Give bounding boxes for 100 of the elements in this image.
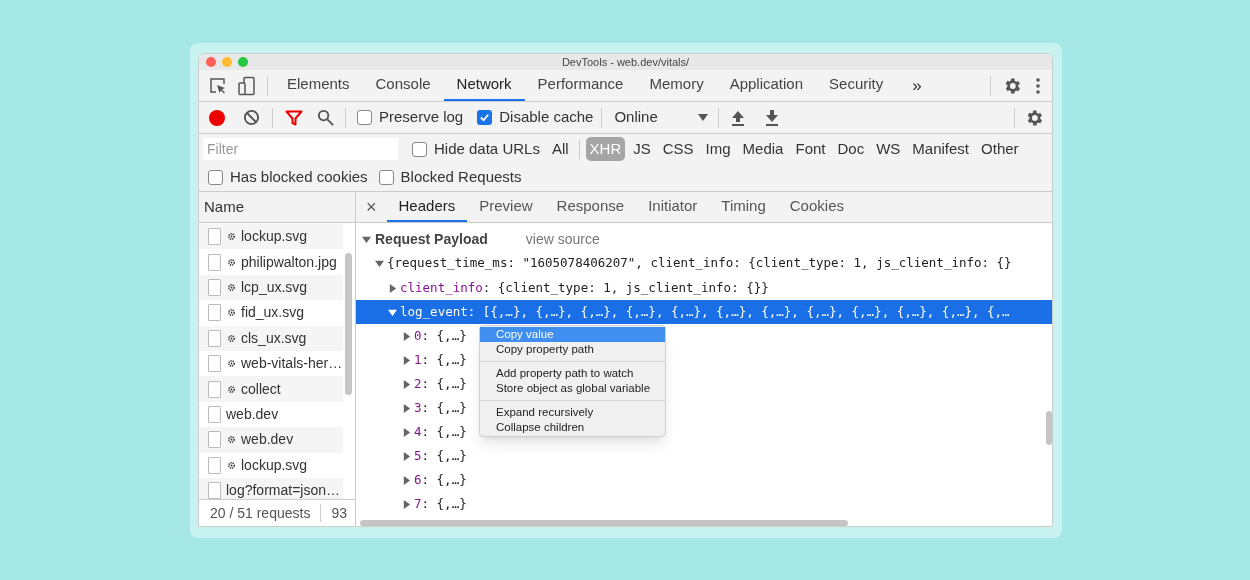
detail-tab[interactable]: Preview xyxy=(467,192,545,222)
filter-icon[interactable] xyxy=(285,109,303,126)
detail-tab[interactable]: Timing xyxy=(709,192,778,222)
collapsed-arrow-icon[interactable] xyxy=(402,451,411,461)
request-row[interactable]: web.dev xyxy=(199,427,343,453)
type-filter-button[interactable]: Media xyxy=(738,136,788,162)
file-icon xyxy=(208,278,221,296)
more-tabs-button[interactable]: » xyxy=(902,72,932,99)
collapsed-arrow-icon[interactable] xyxy=(402,403,411,413)
type-filter-button[interactable]: Doc xyxy=(833,136,869,162)
gear-icon xyxy=(227,333,236,343)
gear-icon xyxy=(227,308,236,318)
request-row[interactable]: lcp_ux.svg xyxy=(199,274,343,301)
expanded-arrow-icon[interactable] xyxy=(362,234,371,244)
more-options-icon[interactable] xyxy=(1036,77,1040,94)
checkbox[interactable] xyxy=(208,169,223,185)
property-entry[interactable]: 0: {,…} xyxy=(414,326,467,346)
clear-icon[interactable] xyxy=(243,109,260,126)
menu-item[interactable]: Add property path to watch xyxy=(480,366,665,381)
column-header[interactable]: Name xyxy=(204,195,244,219)
gear-icon xyxy=(227,257,236,267)
type-filter-button[interactable]: CSS xyxy=(658,136,698,162)
type-filter-button[interactable]: All xyxy=(547,136,573,162)
throttling-dropdown[interactable]: Online xyxy=(614,106,709,129)
search-icon[interactable] xyxy=(317,109,334,126)
selected-tree-row[interactable]: log_event: [{,…}, {,…}, {,…}, {,…}, {,…}, {,…}, {,…}, {,…}, {,…}, {,…}, {,…}, {,… xyxy=(356,300,1052,324)
gear-icon xyxy=(227,282,236,292)
checkbox-label[interactable]: Has blocked cookies xyxy=(230,165,368,189)
request-row[interactable]: lockup.svg xyxy=(199,224,343,250)
collapsed-arrow-icon[interactable] xyxy=(402,427,411,437)
collapsed-arrow-icon[interactable] xyxy=(402,331,411,341)
request-row[interactable]: cls_ux.svg xyxy=(199,325,343,351)
file-icon xyxy=(208,304,221,322)
file-icon xyxy=(208,329,221,347)
property-entry[interactable]: 1: {,…} xyxy=(414,350,467,370)
detail-tab[interactable]: Initiator xyxy=(636,192,710,222)
throttling-value: Online xyxy=(614,107,658,128)
type-filter-button[interactable]: WS xyxy=(872,136,905,162)
property-entry[interactable]: client_info: {client_type: 1, js_client_info: {}} xyxy=(400,278,769,298)
panel-tab[interactable]: Security xyxy=(816,70,897,101)
download-icon[interactable] xyxy=(765,109,780,126)
panel-tab[interactable]: Performance xyxy=(524,70,637,101)
expanded-arrow-icon[interactable] xyxy=(375,259,384,268)
checkmark-icon xyxy=(479,112,491,123)
checkbox[interactable] xyxy=(378,169,394,185)
type-filter-button[interactable]: Img xyxy=(701,136,735,162)
property-entry[interactable]: log_event: [{,…}, {,…}, {,…}, {,…}, {,…}, {,…}, {,…}, {,…}, {,…}, {,…}, {,…}, {,… xyxy=(400,302,1010,322)
property-entry[interactable]: 7: {,…} xyxy=(414,494,467,514)
gear-icon xyxy=(227,384,236,394)
checkbox-label[interactable]: Blocked Requests xyxy=(400,165,522,189)
detail-tab[interactable]: Headers xyxy=(386,192,468,222)
type-filter-button[interactable]: Manifest xyxy=(908,136,974,162)
menu-item[interactable]: Collapse children xyxy=(480,420,665,435)
checkbox-label[interactable]: Disable cache xyxy=(499,106,594,129)
menu-item[interactable]: Expand recursively xyxy=(480,405,665,420)
checkbox[interactable] xyxy=(477,110,493,125)
property-entry[interactable]: 2: {,…} xyxy=(414,374,467,394)
panel-tab[interactable]: Memory xyxy=(636,70,717,101)
collapsed-arrow-icon[interactable] xyxy=(402,475,411,485)
record-button[interactable] xyxy=(209,109,225,126)
checkbox[interactable] xyxy=(357,110,372,125)
view-source-link[interactable]: view source xyxy=(525,228,600,250)
property-entry[interactable]: 3: {,…} xyxy=(414,398,467,418)
checkbox-label[interactable]: Hide data URLs xyxy=(434,137,540,161)
checkbox-label[interactable]: Preserve log xyxy=(379,106,464,129)
device-toolbar-icon[interactable] xyxy=(237,75,257,96)
collapsed-arrow-icon[interactable] xyxy=(388,283,397,293)
type-filter-button[interactable]: Other xyxy=(977,136,1023,162)
menu-item[interactable]: Store object as global variable xyxy=(480,381,665,396)
close-panel-button[interactable]: × xyxy=(356,193,387,221)
file-icon xyxy=(208,380,221,398)
panel-tab[interactable]: Application xyxy=(716,70,817,101)
expanded-arrow-icon[interactable] xyxy=(388,307,397,317)
inspect-element-icon[interactable] xyxy=(209,76,227,95)
detail-tab[interactable]: Cookies xyxy=(777,192,856,222)
detail-tab[interactable]: Response xyxy=(544,192,637,222)
collapsed-arrow-icon[interactable] xyxy=(402,379,411,389)
property-entry[interactable]: 4: {,…} xyxy=(414,422,467,442)
request-row[interactable]: log?format=json… xyxy=(199,477,343,499)
panel-tab[interactable]: Elements xyxy=(274,70,363,101)
checkbox[interactable] xyxy=(412,141,427,157)
gear-icon xyxy=(227,359,236,369)
upload-icon[interactable] xyxy=(731,109,746,126)
filter-field[interactable]: Filter xyxy=(203,138,398,160)
request-row[interactable]: collect xyxy=(199,376,343,402)
section-title[interactable]: Request Payload xyxy=(375,228,488,250)
scrollbar-thumb[interactable] xyxy=(360,520,848,526)
collapsed-arrow-icon[interactable] xyxy=(402,499,411,509)
menu-item[interactable]: Copy property path xyxy=(480,342,665,357)
panel-tab[interactable]: Console xyxy=(362,70,444,101)
file-icon xyxy=(208,355,221,373)
scrollbar-thumb[interactable] xyxy=(345,253,352,395)
collapsed-arrow-icon[interactable] xyxy=(402,355,411,365)
property-entry[interactable]: 5: {,…} xyxy=(414,446,467,466)
object-preview[interactable]: {request_time_ms: "1605078406207", client_info: {client_type: 1, js_client_info: {} xyxy=(387,254,1012,273)
type-filter-button[interactable]: JS xyxy=(629,136,655,162)
scrollbar-thumb[interactable] xyxy=(1046,411,1052,445)
type-filter-button[interactable]: Font xyxy=(791,136,830,162)
property-entry[interactable]: 6: {,…} xyxy=(414,470,467,490)
file-icon xyxy=(208,405,221,423)
